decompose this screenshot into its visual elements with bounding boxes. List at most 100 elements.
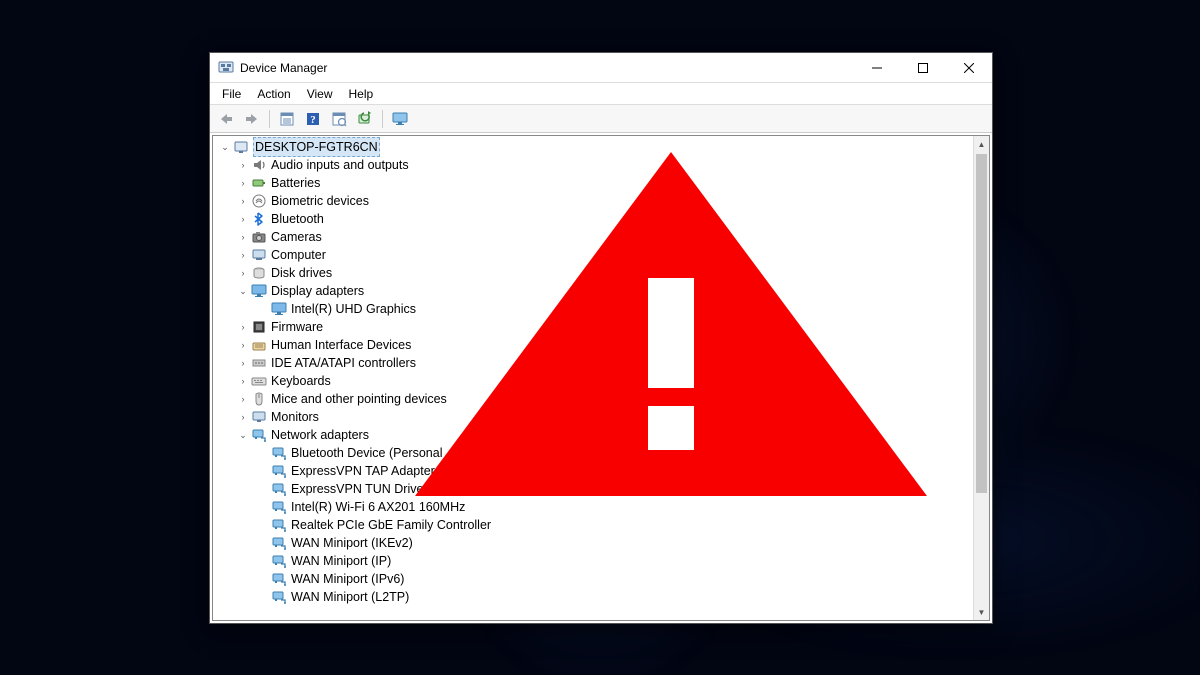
toolbar-back-button[interactable] <box>214 108 238 130</box>
disk-icon <box>251 265 267 281</box>
toolbar-separator <box>382 110 383 128</box>
tree-item-label: Display adapters <box>271 282 364 300</box>
vertical-scrollbar[interactable]: ▲ ▼ <box>973 136 989 620</box>
collapse-icon[interactable]: ⌄ <box>237 285 249 297</box>
camera-icon <box>251 229 267 245</box>
tree-category-biometric[interactable]: ›Biometric devices <box>217 192 973 210</box>
keyboard-icon <box>251 373 267 389</box>
tree-category-monitor[interactable]: ›Monitors <box>217 408 973 426</box>
collapse-icon[interactable]: ⌄ <box>237 429 249 441</box>
tree-device-item[interactable]: ›WAN Miniport (IP) <box>217 552 973 570</box>
tree-category-audio[interactable]: › Audio inputs and outputs <box>217 156 973 174</box>
toolbar-help-button[interactable]: ? <box>301 108 325 130</box>
expand-icon[interactable]: › <box>237 249 249 261</box>
expand-icon[interactable]: › <box>237 231 249 243</box>
tree-item-label: Firmware <box>271 318 323 336</box>
tree-item-label: WAN Miniport (L2TP) <box>291 588 409 606</box>
tree-item-label: Disk drives <box>271 264 332 282</box>
svg-text:?: ? <box>310 114 316 126</box>
scroll-down-button[interactable]: ▼ <box>974 604 989 620</box>
tree-category-camera[interactable]: › Cameras <box>217 228 973 246</box>
network-icon <box>251 427 267 443</box>
tree-category-disk[interactable]: › Disk drives <box>217 264 973 282</box>
toolbar: ? <box>210 105 992 133</box>
tree-category-hid[interactable]: › Human Interface Devices <box>217 336 973 354</box>
menu-file[interactable]: File <box>214 85 249 103</box>
device-tree[interactable]: ⌄ DESKTOP-FGTR6CN › Audio inputs and output… <box>213 136 973 620</box>
menu-action[interactable]: Action <box>249 85 298 103</box>
menu-help[interactable]: Help <box>341 85 382 103</box>
tree-category-bluetooth[interactable]: › Bluetooth <box>217 210 973 228</box>
network-icon <box>271 499 287 515</box>
tree-device-item[interactable]: ›WAN Miniport (IKEv2) <box>217 534 973 552</box>
scrollbar-thumb[interactable] <box>976 154 987 493</box>
window-title: Device Manager <box>240 61 327 75</box>
mouse-icon <box>251 391 267 407</box>
expand-icon[interactable]: › <box>237 267 249 279</box>
tree-category-mouse[interactable]: ›Mice and other pointing devices <box>217 390 973 408</box>
tree-item-label: IDE ATA/ATAPI controllers <box>271 354 416 372</box>
network-icon <box>271 571 287 587</box>
expand-icon[interactable]: › <box>237 321 249 333</box>
tree-panel: ⌄ DESKTOP-FGTR6CN › Audio inputs and output… <box>212 135 990 621</box>
tree-item-label: Cameras <box>271 228 322 246</box>
toolbar-forward-button[interactable] <box>240 108 264 130</box>
ide-icon <box>251 355 267 371</box>
tree-item-label: Network adapters <box>271 426 369 444</box>
computer-icon <box>251 247 267 263</box>
expand-icon[interactable]: › <box>237 177 249 189</box>
tree-item-label: Realtek PCIe GbE Family Controller <box>291 516 491 534</box>
toolbar-monitor-button[interactable] <box>388 108 412 130</box>
expand-icon[interactable]: › <box>237 213 249 225</box>
minimize-button[interactable] <box>854 53 900 83</box>
tree-device-item[interactable]: ›Intel(R) Wi-Fi 6 AX201 160MHz <box>217 498 973 516</box>
tree-device-item[interactable]: ›Realtek PCIe GbE Family Controller <box>217 516 973 534</box>
tree-device-item[interactable]: ›Bluetooth Device (Personal <box>217 444 973 462</box>
expand-icon[interactable]: › <box>237 375 249 387</box>
toolbar-update-button[interactable] <box>353 108 377 130</box>
expand-icon[interactable]: › <box>237 393 249 405</box>
device-manager-window: Device Manager File Action View Help ? <box>209 52 993 624</box>
expand-icon[interactable]: › <box>237 159 249 171</box>
tree-item-label: Bluetooth <box>271 210 324 228</box>
tree-device-item[interactable]: ›ExpressVPN TUN Driver <box>217 480 973 498</box>
tree-category-display[interactable]: ⌄ Display adapters <box>217 282 973 300</box>
tree-category-keyboard[interactable]: › Keyboards <box>217 372 973 390</box>
tree-category-computer[interactable]: ›Computer <box>217 246 973 264</box>
tree-item-label: Audio inputs and outputs <box>271 156 409 174</box>
network-icon <box>271 589 287 605</box>
tree-device-item[interactable]: ›WAN Miniport (IPv6) <box>217 570 973 588</box>
toolbar-scan-button[interactable] <box>327 108 351 130</box>
tree-item-label: Keyboards <box>271 372 331 390</box>
tree-root-node[interactable]: ⌄ DESKTOP-FGTR6CN <box>217 138 973 156</box>
expand-icon[interactable]: › <box>237 357 249 369</box>
expand-icon[interactable]: › <box>237 195 249 207</box>
tree-device-item[interactable]: ›Intel(R) UHD Graphics <box>217 300 973 318</box>
tree-item-label: Intel(R) Wi-Fi 6 AX201 160MHz <box>291 498 465 516</box>
tree-category-network[interactable]: ⌄ Network adapters <box>217 426 973 444</box>
titlebar[interactable]: Device Manager <box>210 53 992 83</box>
tree-item-label: Bluetooth Device (Personal <box>291 444 442 462</box>
network-icon <box>271 535 287 551</box>
tree-category-battery[interactable]: ›Batteries <box>217 174 973 192</box>
expand-icon[interactable]: › <box>237 339 249 351</box>
tree-item-label: DESKTOP-FGTR6CN <box>253 137 380 157</box>
network-icon <box>271 553 287 569</box>
battery-icon <box>251 175 267 191</box>
tree-device-item[interactable]: ›ExpressVPN TAP Adapter <box>217 462 973 480</box>
firmware-icon <box>251 319 267 335</box>
scroll-up-button[interactable]: ▲ <box>974 136 989 152</box>
collapse-icon[interactable]: ⌄ <box>219 141 231 153</box>
close-button[interactable] <box>946 53 992 83</box>
toolbar-properties-button[interactable] <box>275 108 299 130</box>
root-icon <box>233 139 249 155</box>
menu-view[interactable]: View <box>299 85 341 103</box>
maximize-button[interactable] <box>900 53 946 83</box>
expand-icon[interactable]: › <box>237 411 249 423</box>
tree-device-item[interactable]: ›WAN Miniport (L2TP) <box>217 588 973 606</box>
toolbar-separator <box>269 110 270 128</box>
tree-category-ide[interactable]: › IDE ATA/ATAPI controllers <box>217 354 973 372</box>
tree-item-label: Human Interface Devices <box>271 336 411 354</box>
tree-category-firmware[interactable]: › Firmware <box>217 318 973 336</box>
audio-icon <box>251 157 267 173</box>
